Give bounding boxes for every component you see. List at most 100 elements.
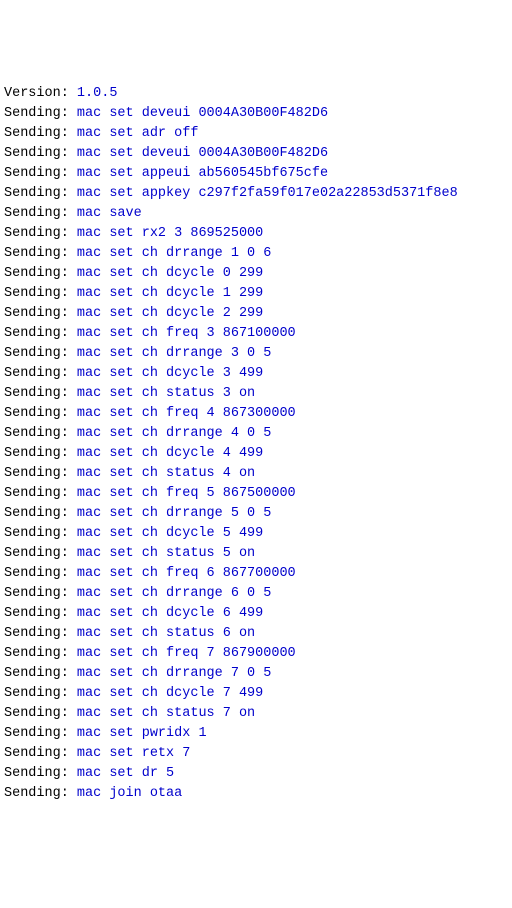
log-command: mac set ch freq 6 867700000: [77, 566, 296, 581]
log-command: mac set ch dcycle 3 499: [77, 366, 263, 381]
log-line: Sending: mac set ch freq 3 867100000: [4, 324, 508, 344]
log-command: mac set ch dcycle 4 499: [77, 446, 263, 461]
log-line: Sending: mac set deveui 0004A30B00F482D6: [4, 144, 508, 164]
log-line: Sending: mac set ch status 5 on: [4, 544, 508, 564]
log-line: Sending: mac set retx 7: [4, 744, 508, 764]
log-prefix: Sending:: [4, 486, 77, 501]
log-prefix: Sending:: [4, 766, 77, 781]
log-command: mac set ch dcycle 0 299: [77, 266, 263, 281]
log-command: mac set ch drrange 1 0 6: [77, 246, 271, 261]
log-command: mac set ch freq 5 867500000: [77, 486, 296, 501]
log-prefix: Sending:: [4, 686, 77, 701]
log-prefix: Sending:: [4, 406, 77, 421]
log-line: Sending: mac join otaa: [4, 784, 508, 804]
log-prefix: Sending:: [4, 246, 77, 261]
log-line: Sending: mac set ch drrange 4 0 5: [4, 424, 508, 444]
log-command: mac set appkey c297f2fa59f017e02a22853d5…: [77, 186, 458, 201]
log-prefix: Sending:: [4, 346, 77, 361]
version-label: Version:: [4, 86, 77, 101]
log-command: mac set ch drrange 3 0 5: [77, 346, 271, 361]
log-prefix: Sending:: [4, 546, 77, 561]
log-command: mac set deveui 0004A30B00F482D6: [77, 146, 328, 161]
log-prefix: Sending:: [4, 206, 77, 221]
log-line: Sending: mac set ch dcycle 3 499: [4, 364, 508, 384]
log-line: Sending: mac set ch dcycle 1 299: [4, 284, 508, 304]
log-line: Sending: mac set rx2 3 869525000: [4, 224, 508, 244]
log-prefix: Sending:: [4, 326, 77, 341]
log-line: Sending: mac set ch drrange 1 0 6: [4, 244, 508, 264]
log-line: Sending: mac set appeui ab560545bf675cfe: [4, 164, 508, 184]
log-prefix: Sending:: [4, 386, 77, 401]
log-line: Sending: mac set ch status 4 on: [4, 464, 508, 484]
log-line: Sending: mac set ch status 3 on: [4, 384, 508, 404]
log-line: Sending: mac set ch freq 6 867700000: [4, 564, 508, 584]
log-line: Sending: mac set ch dcycle 2 299: [4, 304, 508, 324]
log-command: mac set pwridx 1: [77, 726, 207, 741]
log-command: mac set ch dcycle 1 299: [77, 286, 263, 301]
log-command: mac join otaa: [77, 786, 182, 801]
log-prefix: Sending:: [4, 186, 77, 201]
log-prefix: Sending:: [4, 146, 77, 161]
log-prefix: Sending:: [4, 126, 77, 141]
version-line: Version: 1.0.5: [4, 84, 508, 104]
log-line: Sending: mac set ch dcycle 7 499: [4, 684, 508, 704]
log-line: Sending: mac set ch status 6 on: [4, 624, 508, 644]
log-command: mac set ch status 6 on: [77, 626, 255, 641]
log-line: Sending: mac set appkey c297f2fa59f017e0…: [4, 184, 508, 204]
log-prefix: Sending:: [4, 466, 77, 481]
log-line: Sending: mac set adr off: [4, 124, 508, 144]
log-prefix: Sending:: [4, 666, 77, 681]
log-line: Sending: mac set ch freq 4 867300000: [4, 404, 508, 424]
log-prefix: Sending:: [4, 566, 77, 581]
log-line: Sending: mac set ch freq 5 867500000: [4, 484, 508, 504]
log-line: Sending: mac save: [4, 204, 508, 224]
log-command: mac set ch status 7 on: [77, 706, 255, 721]
log-command: mac set rx2 3 869525000: [77, 226, 263, 241]
log-prefix: Sending:: [4, 746, 77, 761]
log-line: Sending: mac set deveui 0004A30B00F482D6: [4, 104, 508, 124]
log-line: Sending: mac set ch drrange 6 0 5: [4, 584, 508, 604]
log-line: Sending: mac set ch freq 7 867900000: [4, 644, 508, 664]
log-line: Sending: mac set ch drrange 5 0 5: [4, 504, 508, 524]
log-prefix: Sending:: [4, 786, 77, 801]
log-line: Sending: mac set ch drrange 7 0 5: [4, 664, 508, 684]
log-prefix: Sending:: [4, 366, 77, 381]
log-line: Sending: mac set ch drrange 3 0 5: [4, 344, 508, 364]
log-line: Sending: mac set ch status 7 on: [4, 704, 508, 724]
log-prefix: Sending:: [4, 226, 77, 241]
log-line: Sending: mac set ch dcycle 4 499: [4, 444, 508, 464]
log-prefix: Sending:: [4, 106, 77, 121]
log-command: mac set ch status 5 on: [77, 546, 255, 561]
log-prefix: Sending:: [4, 286, 77, 301]
log-command: mac set deveui 0004A30B00F482D6: [77, 106, 328, 121]
log-command: mac set ch drrange 5 0 5: [77, 506, 271, 521]
log-command: mac set ch dcycle 2 299: [77, 306, 263, 321]
log-command: mac set ch freq 3 867100000: [77, 326, 296, 341]
log-prefix: Sending:: [4, 646, 77, 661]
log-prefix: Sending:: [4, 526, 77, 541]
log-line: Sending: mac set ch dcycle 0 299: [4, 264, 508, 284]
log-command: mac set ch dcycle 7 499: [77, 686, 263, 701]
log-command: mac set dr 5: [77, 766, 174, 781]
log-command: mac set ch drrange 4 0 5: [77, 426, 271, 441]
log-command: mac set retx 7: [77, 746, 190, 761]
log-command: mac set adr off: [77, 126, 199, 141]
log-line: Sending: mac set ch dcycle 5 499: [4, 524, 508, 544]
terminal-output: Version: 1.0.5Sending: mac set deveui 00…: [4, 84, 508, 804]
log-command: mac set ch status 3 on: [77, 386, 255, 401]
log-line: Sending: mac set ch dcycle 6 499: [4, 604, 508, 624]
version-value: 1.0.5: [77, 86, 118, 101]
log-command: mac set ch dcycle 6 499: [77, 606, 263, 621]
log-command: mac save: [77, 206, 142, 221]
log-line: Sending: mac set pwridx 1: [4, 724, 508, 744]
log-command: mac set ch freq 4 867300000: [77, 406, 296, 421]
log-command: mac set ch freq 7 867900000: [77, 646, 296, 661]
log-command: mac set ch drrange 6 0 5: [77, 586, 271, 601]
log-line: Sending: mac set dr 5: [4, 764, 508, 784]
log-prefix: Sending:: [4, 306, 77, 321]
log-prefix: Sending:: [4, 726, 77, 741]
log-command: mac set ch status 4 on: [77, 466, 255, 481]
log-prefix: Sending:: [4, 446, 77, 461]
log-command: mac set ch drrange 7 0 5: [77, 666, 271, 681]
log-prefix: Sending:: [4, 586, 77, 601]
